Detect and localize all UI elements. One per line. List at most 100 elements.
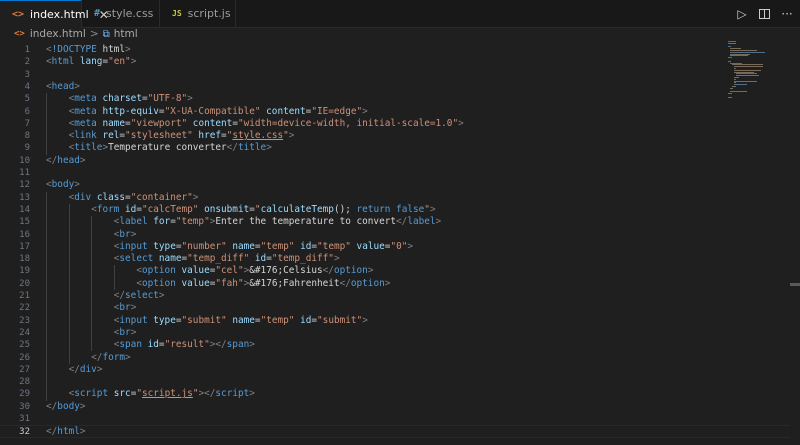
code-token: name (226, 314, 255, 326)
code-token: &#176;Celsius (249, 265, 323, 277)
code-line[interactable]: 17 <input type="number" name="temp" id="… (0, 241, 790, 253)
code-token: "temp" (260, 314, 295, 326)
breadcrumb-symbol[interactable]: html (114, 28, 138, 40)
code-text: </head> (46, 155, 86, 167)
code-token: id (249, 253, 267, 265)
code-line[interactable]: 1 <!DOCTYPE html> (0, 44, 790, 56)
code-line[interactable]: 13 <div class="container"> (0, 192, 790, 204)
line-number: 20 (19, 278, 30, 289)
code-line[interactable]: 31 (0, 413, 790, 425)
line-number: 25 (19, 340, 30, 351)
code-line[interactable]: 26 </form> (0, 352, 790, 364)
code-line[interactable]: 18 <select name="temp_diff" id="temp_dif… (0, 253, 790, 265)
code-token: "container" (130, 191, 193, 203)
code-token: meta (74, 105, 97, 117)
line-number: 19 (19, 266, 30, 277)
line-number: 9 (24, 143, 30, 154)
code-text: </form> (46, 352, 131, 364)
code-line[interactable]: 21 </select> (0, 290, 790, 302)
code-line[interactable]: 19 <option value="cel">&#176;Celsius</op… (0, 265, 790, 277)
indent-guide (46, 93, 47, 155)
code-text: <span id="result"></span> (46, 339, 255, 351)
vertical-scrollbar[interactable] (790, 41, 800, 445)
minimap-line (728, 93, 732, 95)
code-token: > (362, 105, 368, 117)
code-token: select (119, 253, 154, 265)
code-token: br (119, 302, 131, 314)
code-line[interactable]: 29 <script src="script.js"></script> (0, 388, 790, 400)
code-line[interactable]: 25 <span id="result"></span> (0, 339, 790, 351)
line-number: 3 (24, 69, 30, 80)
run-icon[interactable]: ▷ (735, 7, 749, 21)
code-line[interactable]: 32 </html> (0, 425, 790, 438)
code-token: title (237, 142, 267, 154)
code-text: </div> (46, 364, 103, 376)
tab-script-js[interactable]: JS script.js (160, 0, 236, 27)
code-token: !DOCTYPE (51, 44, 97, 55)
code-line[interactable]: 24 <br> (0, 327, 790, 339)
code-token: http-equiv (96, 105, 159, 117)
code-line[interactable]: 5 <meta charset="UTF-8"> (0, 93, 790, 105)
code-line[interactable]: 16 <br> (0, 229, 790, 241)
line-number: 10 (19, 155, 30, 166)
minimap-line (734, 80, 757, 82)
code-token: style.css (232, 130, 284, 142)
code-line[interactable]: 22 <br> (0, 302, 790, 314)
code-line[interactable]: 8 <link rel="stylesheet" href="style.css… (0, 130, 790, 142)
code-line[interactable]: 12 <body> (0, 179, 790, 191)
tab-label: index.html (30, 8, 89, 21)
code-token: > (384, 277, 391, 289)
code-line[interactable]: 15 <label for="temp">Enter the temperatu… (0, 216, 790, 228)
code-line[interactable]: 14 <form id="calcTemp" onsubmit="calcula… (0, 204, 790, 216)
code-token: value (350, 240, 385, 252)
code-line[interactable]: 27 </div> (0, 364, 790, 376)
more-actions-icon[interactable]: ··· (780, 7, 794, 21)
code-token: "number" (181, 240, 227, 252)
code-line[interactable]: 2 <html lang="en"> (0, 56, 790, 68)
code-line[interactable]: 11 (0, 167, 790, 179)
code-token: &#176;Fahrenheit (249, 277, 340, 289)
code-token: name (226, 240, 255, 252)
tab-index-html[interactable]: <> index.html ✕ (0, 0, 109, 28)
code-text: <option value="fah">&#176;Fahrenheit</op… (46, 278, 390, 290)
minimap[interactable] (728, 41, 790, 101)
code-line[interactable]: 9 <title>Temperature converter</title> (0, 142, 790, 154)
line-number: 21 (19, 291, 30, 301)
code-token: </ (322, 265, 334, 277)
code-token: Enter the temperature to convert (215, 216, 397, 228)
code-token: class (91, 191, 126, 203)
code-token: span (226, 339, 250, 351)
code-line[interactable]: 23 <input type="submit" name="temp" id="… (0, 315, 790, 327)
code-line[interactable]: 20 <option value="fah">&#176;Fahrenheit<… (0, 278, 790, 290)
code-text: </html> (46, 426, 86, 438)
tab-style-css[interactable]: # style.css (82, 0, 160, 27)
code-line[interactable]: 10 </head> (0, 155, 790, 167)
code-token: > (187, 93, 193, 105)
code-line[interactable]: 3 (0, 69, 790, 81)
code-line[interactable]: 7 <meta name="viewport" content="width=d… (0, 118, 790, 130)
editor-actions: ▷ ··· (735, 0, 794, 27)
code-token: "result" (164, 339, 210, 351)
line-number: 27 (19, 364, 30, 375)
tab-label: script.js (187, 7, 231, 20)
code-token: "IE=edge" (311, 105, 363, 117)
code-token: option (333, 265, 368, 277)
split-editor-icon[interactable] (759, 8, 770, 19)
code-token: "fah" (215, 277, 244, 289)
code-line[interactable]: 28 (0, 376, 790, 388)
breadcrumb-file[interactable]: index.html (30, 28, 86, 40)
code-line[interactable]: 4 <head> (0, 81, 790, 93)
code-token: name (153, 253, 182, 265)
code-line[interactable]: 30 </body> (0, 401, 790, 413)
code-token: </ (91, 351, 103, 363)
code-line[interactable]: 6 <meta http-equiv="X-UA-Compatible" con… (0, 106, 790, 118)
code-editor[interactable]: 1 <!DOCTYPE html> 2 <html lang="en"> 3 4 <head… (0, 41, 800, 445)
minimap-line (730, 91, 747, 93)
tab-label: style.css (106, 7, 154, 20)
